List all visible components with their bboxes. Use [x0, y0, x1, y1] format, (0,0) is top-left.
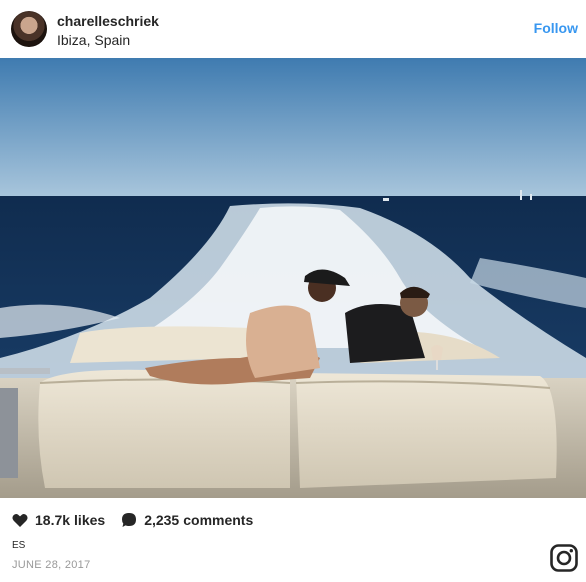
instagram-logo-icon[interactable]	[550, 544, 578, 572]
comments-count: 2,235	[144, 512, 180, 528]
post-stats: 18.7k likes 2,235 comments	[12, 510, 269, 530]
follow-button[interactable]: Follow	[534, 20, 578, 36]
caption: ES	[12, 540, 26, 551]
comments-group[interactable]: 2,235 comments	[121, 512, 253, 528]
likes-label: likes	[74, 512, 106, 528]
likes-group[interactable]: 18.7k likes	[12, 512, 105, 528]
location[interactable]: Ibiza, Spain	[57, 32, 130, 48]
post-photo[interactable]	[0, 58, 586, 498]
post-header: charelleschriek Ibiza, Spain Follow	[0, 0, 586, 58]
heart-icon	[12, 513, 28, 527]
post-date: JUNE 28, 2017	[12, 559, 91, 571]
comments-label: comments	[183, 512, 254, 528]
username[interactable]: charelleschriek	[57, 13, 159, 29]
yacht-photo	[0, 58, 586, 498]
avatar[interactable]	[11, 11, 47, 47]
likes-count: 18.7k	[35, 512, 71, 528]
comment-icon	[122, 513, 137, 527]
